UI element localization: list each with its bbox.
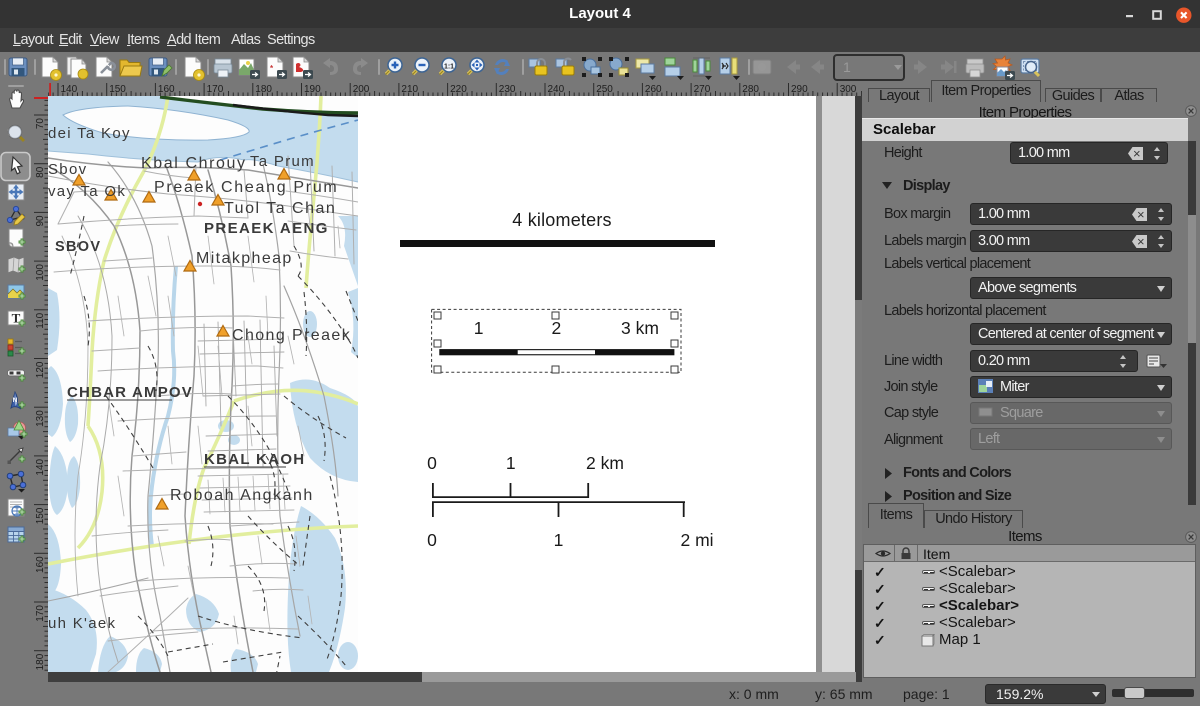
svg-text:160: 160 bbox=[35, 556, 46, 573]
svg-text:dei Ta Koy: dei Ta Koy bbox=[48, 125, 131, 142]
svg-text:2 mi: 2 mi bbox=[680, 530, 713, 550]
svg-text:4 kilometers: 4 kilometers bbox=[512, 210, 611, 230]
svg-text:2: 2 bbox=[552, 318, 562, 338]
svg-text:90: 90 bbox=[35, 215, 46, 227]
svg-text:0: 0 bbox=[427, 530, 437, 550]
svg-text:170: 170 bbox=[35, 605, 46, 622]
svg-text:1:1: 1:1 bbox=[444, 64, 454, 71]
svg-text:vay Ta Ok: vay Ta Ok bbox=[48, 183, 126, 200]
svg-text:CHBAR AMPOV: CHBAR AMPOV bbox=[67, 384, 193, 401]
svg-text:120: 120 bbox=[35, 361, 46, 378]
svg-text:Chong Preaek: Chong Preaek bbox=[232, 327, 351, 344]
svg-text:110: 110 bbox=[35, 312, 46, 328]
svg-text:3 km: 3 km bbox=[621, 318, 659, 338]
svg-text:1: 1 bbox=[554, 530, 564, 550]
svg-text:Preaek Cheang Prum: Preaek Cheang Prum bbox=[154, 179, 338, 196]
svg-text:150: 150 bbox=[35, 507, 46, 524]
svg-text:1: 1 bbox=[843, 59, 851, 75]
svg-text:N: N bbox=[13, 397, 18, 404]
svg-text:80: 80 bbox=[35, 166, 46, 178]
svg-text:Kbal Chrouy: Kbal Chrouy bbox=[141, 155, 247, 172]
svg-text:Tuol Ta Chan: Tuol Ta Chan bbox=[224, 200, 336, 217]
svg-text:100: 100 bbox=[35, 264, 46, 281]
svg-text:0: 0 bbox=[427, 453, 437, 473]
svg-text:KBAL KAOH: KBAL KAOH bbox=[204, 451, 305, 468]
svg-text:PREAEK AENG: PREAEK AENG bbox=[204, 220, 329, 237]
svg-text:Sbov: Sbov bbox=[48, 161, 87, 178]
svg-text:uh K'aek: uh K'aek bbox=[48, 615, 116, 632]
svg-text:Mitakpheap: Mitakpheap bbox=[196, 250, 293, 267]
svg-text:Roboah Angkanh: Roboah Angkanh bbox=[170, 487, 314, 504]
svg-text:140: 140 bbox=[35, 458, 46, 475]
svg-text:180: 180 bbox=[35, 653, 46, 670]
svg-text:1: 1 bbox=[474, 318, 484, 338]
svg-text:SBOV: SBOV bbox=[55, 239, 101, 255]
svg-text:2 km: 2 km bbox=[586, 453, 624, 473]
svg-text:Ta Prum: Ta Prum bbox=[250, 153, 315, 170]
svg-text:70: 70 bbox=[35, 118, 46, 130]
svg-text:1: 1 bbox=[506, 453, 516, 473]
svg-text:130: 130 bbox=[35, 410, 46, 427]
